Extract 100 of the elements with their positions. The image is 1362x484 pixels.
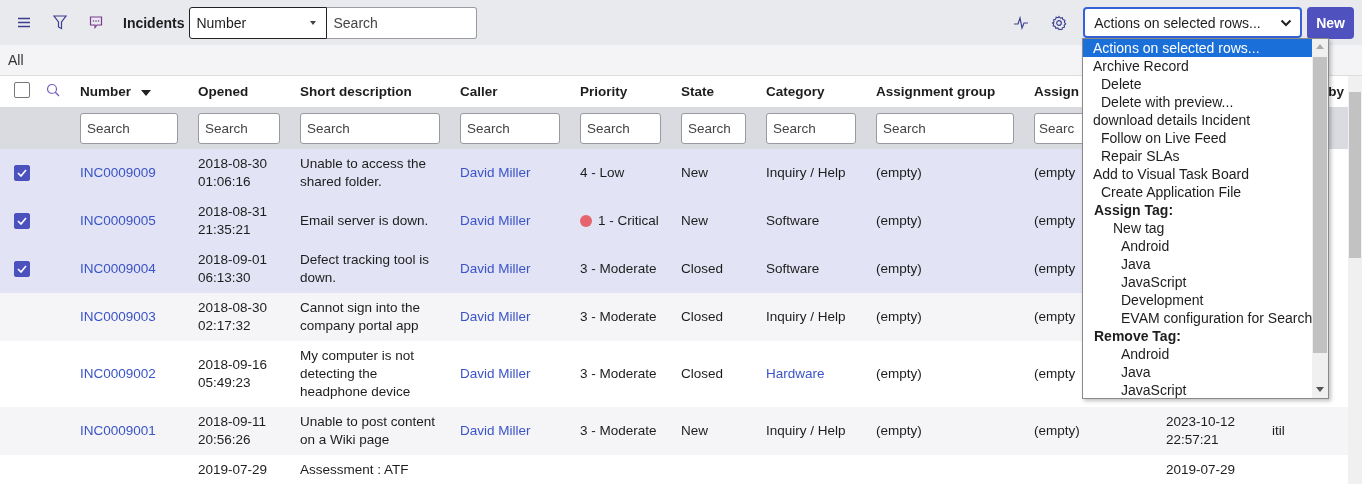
column-header[interactable]: Number [80, 84, 131, 99]
search-icon[interactable] [46, 83, 60, 97]
record-link[interactable]: David Miller [460, 261, 531, 276]
checkmark-icon [17, 169, 27, 177]
table-cell: (empty [1034, 261, 1076, 276]
dropdown-option[interactable]: JavaScript [1083, 381, 1312, 399]
table-cell: Assessment : ATF [300, 462, 409, 477]
new-button[interactable]: New [1307, 6, 1354, 39]
column-search-field[interactable]: Search [876, 112, 1014, 144]
table-cell: New [681, 165, 708, 180]
table-cell: 4 - Low [580, 165, 625, 180]
row-checkbox[interactable] [14, 261, 30, 277]
table-cell: Closed [681, 309, 724, 324]
table-cell: Unable to post content on a Wiki page [300, 414, 436, 447]
checkmark-icon [17, 265, 27, 273]
actions-select[interactable]: Actions on selected rows... [1083, 7, 1303, 38]
record-link[interactable]: David Miller [460, 165, 531, 180]
dropdown-option[interactable]: Java [1083, 255, 1312, 273]
column-search-field[interactable]: Search [80, 112, 178, 144]
row-checkbox[interactable] [14, 213, 30, 229]
chat-icon[interactable] [89, 16, 103, 29]
scroll-down-arrow-icon[interactable] [1316, 387, 1324, 392]
column-header[interactable]: Caller [460, 84, 498, 99]
dropdown-option[interactable]: JavaScript [1083, 273, 1312, 291]
table-cell: 2018-09-11 20:56:26 [198, 414, 267, 447]
record-link[interactable]: INC0009004 [80, 261, 156, 276]
column-search-field[interactable]: Search [681, 112, 746, 144]
record-link[interactable]: David Miller [460, 213, 531, 228]
table-cell: 3 - Moderate [580, 366, 657, 381]
settings-icon[interactable] [1051, 14, 1068, 31]
dropdown-option[interactable]: Android [1083, 345, 1312, 363]
table-cell: (empty [1034, 213, 1076, 228]
column-header[interactable]: State [681, 84, 714, 99]
record-link[interactable]: INC0009002 [80, 366, 156, 381]
dropdown-option[interactable]: EVAM configuration for Search [1083, 309, 1312, 327]
table-cell: My computer is not detecting the headphone device [300, 348, 415, 399]
row-checkbox[interactable] [14, 165, 30, 181]
table-cell: (empty [1034, 309, 1076, 324]
record-link[interactable]: INC0009005 [80, 213, 156, 228]
search-field[interactable]: Search [327, 6, 478, 39]
list-title: Incidents [123, 14, 185, 31]
table-cell: Defect tracking tool is down. [300, 252, 430, 285]
scrollbar[interactable] [1348, 76, 1362, 484]
pulse-icon[interactable] [1013, 15, 1030, 30]
table-cell: Email server is down. [300, 213, 429, 228]
column-header[interactable]: by [1328, 84, 1344, 99]
dropdown-option[interactable]: Development [1083, 291, 1312, 309]
dropdown-option[interactable]: Java [1083, 363, 1312, 381]
field-select[interactable]: Number [189, 6, 328, 39]
dropdown-option[interactable]: Archive Record [1083, 57, 1312, 75]
column-header[interactable]: Short description [300, 84, 412, 99]
breadcrumb-link[interactable]: All [8, 52, 24, 68]
record-link[interactable]: INC0009003 [80, 309, 156, 324]
dropdown-option[interactable]: Create Application File [1083, 183, 1312, 201]
table-cell: Unable to access the shared folder. [300, 156, 427, 189]
table-cell: Software [766, 213, 820, 228]
table-cell: (empty) [876, 423, 922, 438]
table-cell: (empty [1034, 366, 1076, 381]
record-link[interactable]: David Miller [460, 309, 531, 324]
table-cell: (empty [1034, 165, 1076, 180]
table-cell: 3 - Moderate [580, 261, 657, 276]
filter-icon[interactable] [53, 15, 67, 30]
dropdown-option[interactable]: Actions on selected rows... [1083, 39, 1312, 57]
column-header[interactable]: Opened [198, 84, 249, 99]
record-link[interactable]: INC0009009 [80, 165, 156, 180]
record-link[interactable]: INC0009001 [80, 423, 156, 438]
table-cell: 2019-07-29 [1166, 462, 1236, 477]
menu-icon[interactable] [17, 17, 31, 28]
dropdown-option[interactable]: New tag [1083, 219, 1312, 237]
table-cell: Inquiry / Help [766, 165, 846, 180]
dropdown-option[interactable]: Delete [1083, 75, 1312, 93]
table-cell: (empty) [876, 309, 922, 324]
scrollbar[interactable] [1312, 39, 1328, 398]
table-cell: New [681, 213, 708, 228]
column-search-field[interactable]: Search [580, 112, 661, 144]
table-cell: Cannot sign into the company portal app [300, 300, 421, 333]
column-search-field[interactable]: Search [300, 112, 440, 144]
dropdown-option[interactable]: Add to Visual Task Board [1083, 165, 1312, 183]
checkmark-icon [17, 217, 27, 225]
column-search-field[interactable]: Search [460, 112, 560, 144]
dropdown-option[interactable]: Repair SLAs [1083, 147, 1312, 165]
chevron-down-icon[interactable] [1280, 18, 1293, 27]
column-header[interactable]: Category [766, 84, 825, 99]
column-search-field[interactable]: Search [766, 112, 856, 144]
column-header[interactable]: Priority [580, 84, 628, 99]
table-cell: (empty) [876, 213, 922, 228]
table-cell: (empty) [876, 165, 922, 180]
column-search-field[interactable]: Search [198, 112, 280, 144]
dropdown-option[interactable]: Delete with preview... [1083, 93, 1312, 111]
dropdown-option[interactable]: Android [1083, 237, 1312, 255]
record-link[interactable]: Hardware [766, 366, 825, 381]
table-cell: 1 - Critical [598, 212, 659, 230]
select-all-checkbox[interactable] [14, 82, 30, 98]
record-link[interactable]: David Miller [460, 423, 531, 438]
column-header[interactable]: Assignment group [876, 84, 996, 99]
sort-descending-icon[interactable] [140, 90, 151, 96]
table-cell: 2023-10-12 22:57:21 [1166, 414, 1236, 447]
record-link[interactable]: David Miller [460, 366, 531, 381]
table-cell: New [681, 423, 708, 438]
column-header[interactable]: Assign [1034, 84, 1079, 99]
